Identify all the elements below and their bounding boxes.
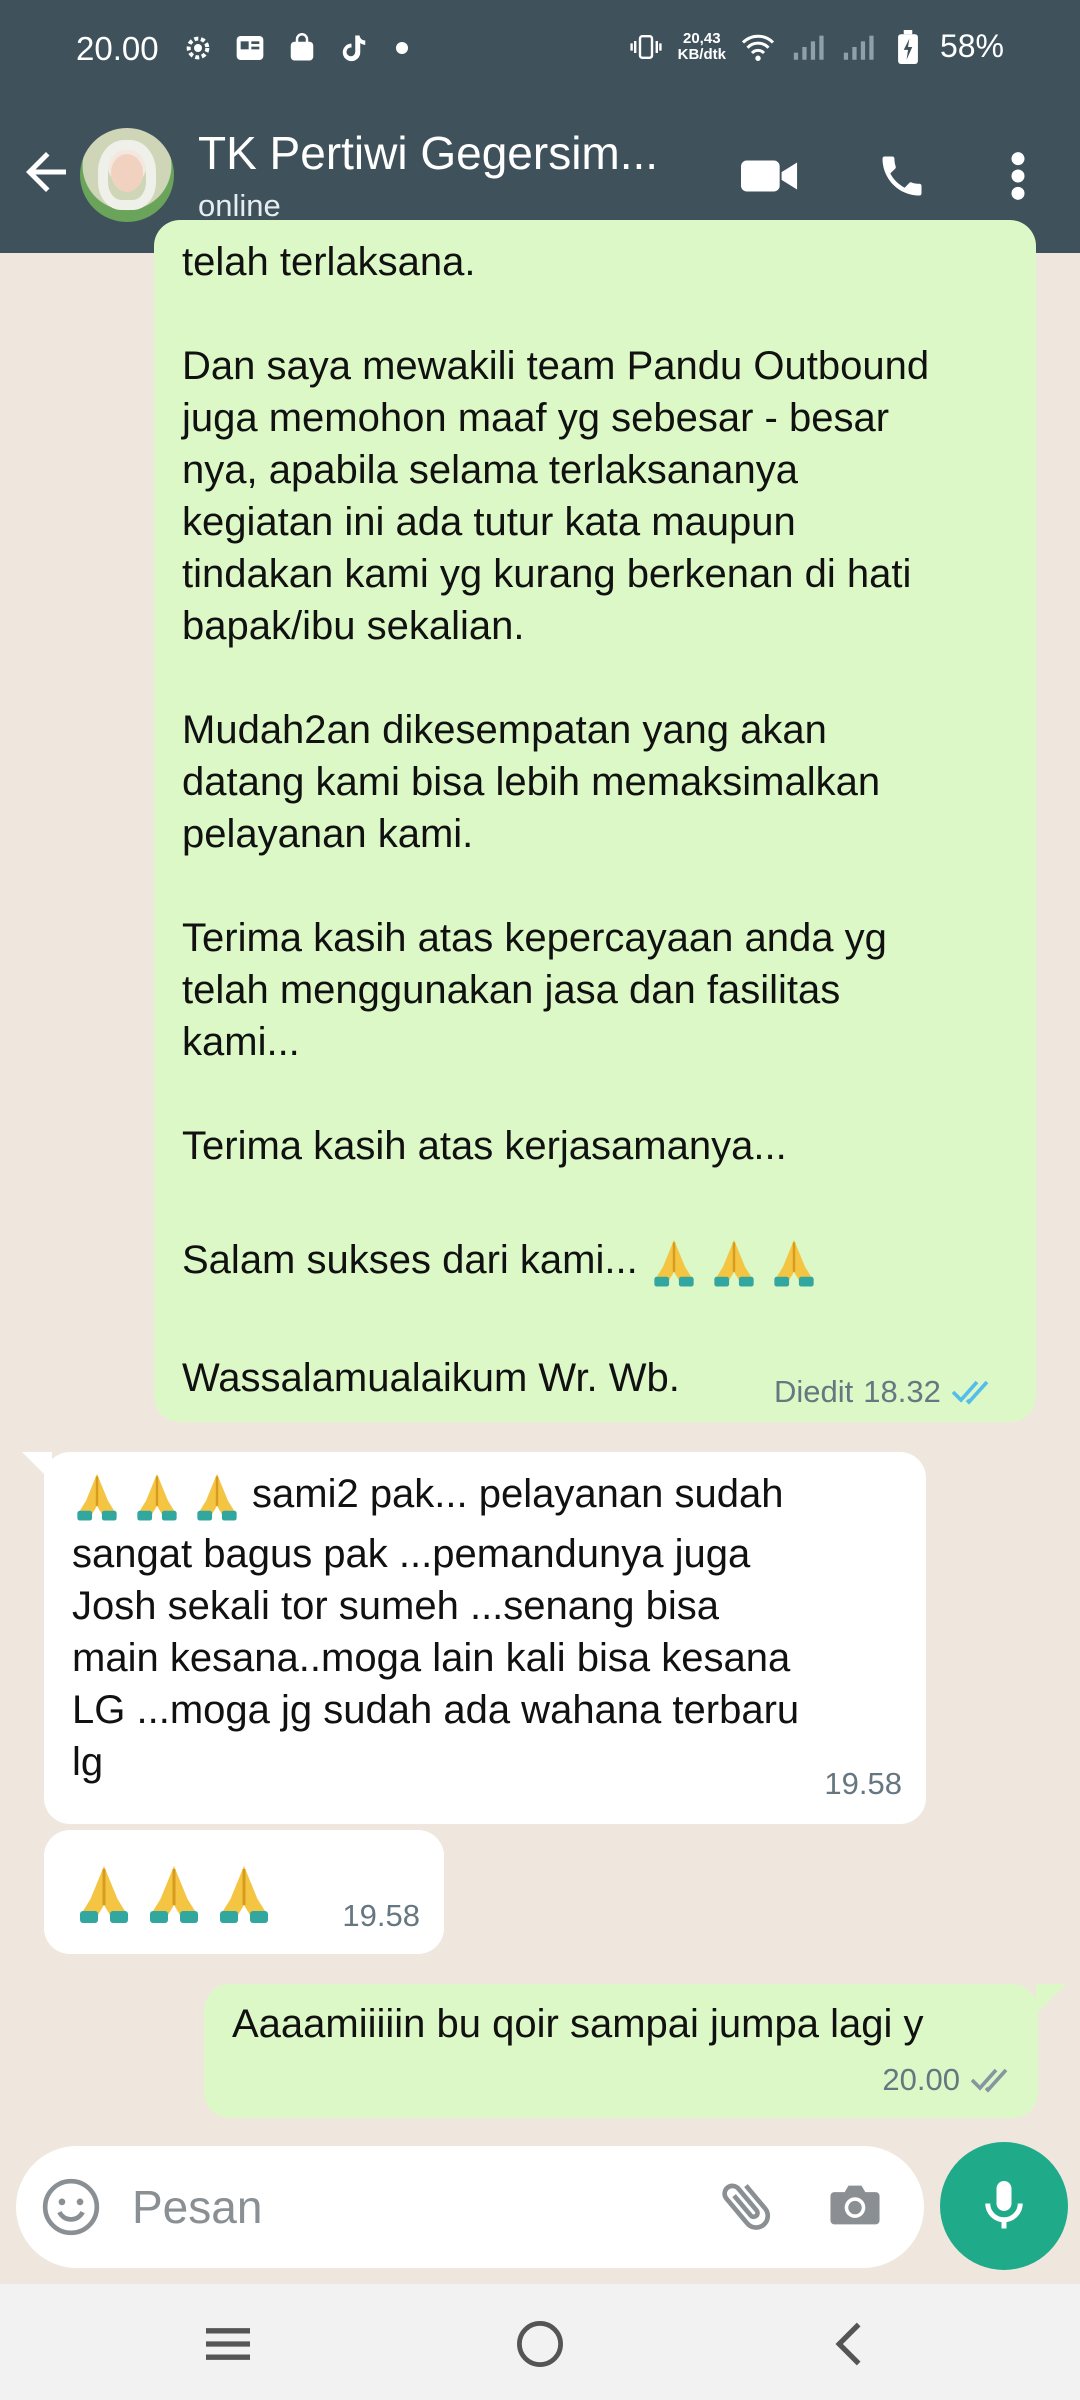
- system-back-button[interactable]: [820, 2314, 880, 2374]
- smiley-icon: [42, 2178, 100, 2236]
- contact-name[interactable]: TK Pertiwi Gegersim...: [198, 126, 698, 180]
- system-indicators: 20,43 KB/dtk 58%: [628, 28, 1004, 65]
- closing-text: Salam sukses dari kami...: [182, 1238, 638, 1282]
- message-body: [74, 1860, 284, 1931]
- settings-gear-icon: [180, 30, 216, 66]
- contact-presence: online: [198, 188, 281, 223]
- incoming-message-bubble[interactable]: 19.58: [44, 1830, 444, 1954]
- praying-hands-icon: [150, 1866, 198, 1923]
- more-notifications-dot: [396, 42, 408, 54]
- network-speed: 20,43 KB/dtk: [677, 29, 726, 63]
- microphone-icon: [985, 2181, 1023, 2229]
- outgoing-message-bubble[interactable]: Aaaamiiiiin bu qoir sampai jumpa lagi y …: [204, 1984, 1038, 2118]
- network-speed-unit: KB/dtk: [677, 45, 726, 63]
- final-line: Wassalamualaikum Wr. Wb.: [182, 1356, 680, 1400]
- battery-percent: 58%: [939, 28, 1004, 64]
- message-meta: 19.58: [824, 1758, 902, 1810]
- camera-button[interactable]: [824, 2174, 888, 2238]
- camera-icon: [830, 2185, 880, 2225]
- praying-hands-icon: [714, 1239, 754, 1287]
- status-time: 20.00: [76, 30, 159, 67]
- home-button[interactable]: [510, 2314, 570, 2374]
- message-time: 20.00: [882, 2062, 960, 2097]
- incoming-message-bubble[interactable]: sami2 pak... pelayanan sudah sangat bagu…: [44, 1452, 926, 1824]
- message-composer: [16, 2146, 924, 2268]
- status-bar: 20.00 20,43 KB/dtk 58%: [0, 0, 1080, 100]
- recent-apps-icon: [206, 2328, 250, 2360]
- message-body: sami2 pak... pelayanan sudah sangat bagu…: [72, 1468, 912, 1788]
- network-speed-value: 20,43: [683, 29, 721, 47]
- praying-hands-emoji-group: [74, 1860, 284, 1931]
- system-navigation-bar: [0, 2284, 1080, 2400]
- wifi-icon: [740, 29, 776, 65]
- message-meta: 19.58: [342, 1890, 420, 1942]
- praying-hands-icon: [137, 1473, 177, 1521]
- praying-hands-emoji-group: [649, 1235, 829, 1294]
- tiktok-icon: [336, 30, 372, 66]
- praying-hands-icon: [197, 1473, 237, 1521]
- paperclip-icon: [722, 2183, 771, 2230]
- vibrate-icon: [628, 29, 664, 65]
- video-camera-icon: [741, 160, 798, 192]
- praying-hands-emoji-group: [72, 1469, 252, 1528]
- double-check-read-icon: [951, 1380, 989, 1405]
- praying-hands-icon: [80, 1866, 128, 1923]
- contact-avatar[interactable]: [80, 128, 174, 222]
- battery-charging-icon: [890, 29, 926, 65]
- message-time: 19.58: [342, 1898, 420, 1933]
- praying-hands-icon: [774, 1239, 814, 1287]
- edited-label: Diedit: [774, 1374, 854, 1409]
- message-meta: 20.00: [882, 2054, 1014, 2106]
- closing-line: Salam sukses dari kami...: [182, 1234, 902, 1290]
- praying-hands-icon: [654, 1239, 694, 1287]
- signal-sim1-icon: [790, 29, 826, 65]
- praying-hands-icon: [220, 1866, 268, 1923]
- phone-icon: [882, 156, 922, 196]
- back-button[interactable]: [16, 142, 76, 202]
- news-app-icon: [232, 30, 268, 66]
- voice-message-button[interactable]: [940, 2142, 1068, 2270]
- recent-apps-button[interactable]: [198, 2314, 258, 2374]
- more-vertical-icon: [1011, 152, 1025, 200]
- message-time: 18.32: [863, 1374, 941, 1409]
- message-text: telah terlaksana. Dan saya mewakili team…: [182, 240, 930, 1168]
- shopping-bag-icon: [284, 30, 320, 66]
- arrow-left-icon: [26, 152, 66, 192]
- double-check-delivered-icon: [970, 2068, 1008, 2093]
- video-call-button[interactable]: [738, 144, 802, 208]
- message-text: Aaaamiiiiin bu qoir sampai jumpa lagi y: [232, 2002, 924, 2046]
- notification-icons: [180, 30, 408, 66]
- chevron-left-icon: [835, 2322, 861, 2366]
- whatsapp-chat-screen: 20.00 20,43 KB/dtk 58% TK Pertiwi Gegers…: [0, 0, 1080, 2400]
- message-meta: Diedit 18.32: [774, 1374, 995, 1410]
- more-options-button[interactable]: [986, 144, 1050, 208]
- bubble-tail: [1036, 1984, 1066, 2014]
- attach-button[interactable]: [716, 2174, 780, 2238]
- avatar-face-shape: [111, 154, 143, 192]
- message-input[interactable]: [132, 2168, 692, 2246]
- message-time: 19.58: [824, 1766, 902, 1801]
- praying-hands-icon: [77, 1473, 117, 1521]
- signal-sim2-icon: [840, 29, 876, 65]
- emoji-button[interactable]: [40, 2176, 102, 2238]
- home-circle-icon: [517, 2321, 563, 2367]
- voice-call-button[interactable]: [870, 144, 934, 208]
